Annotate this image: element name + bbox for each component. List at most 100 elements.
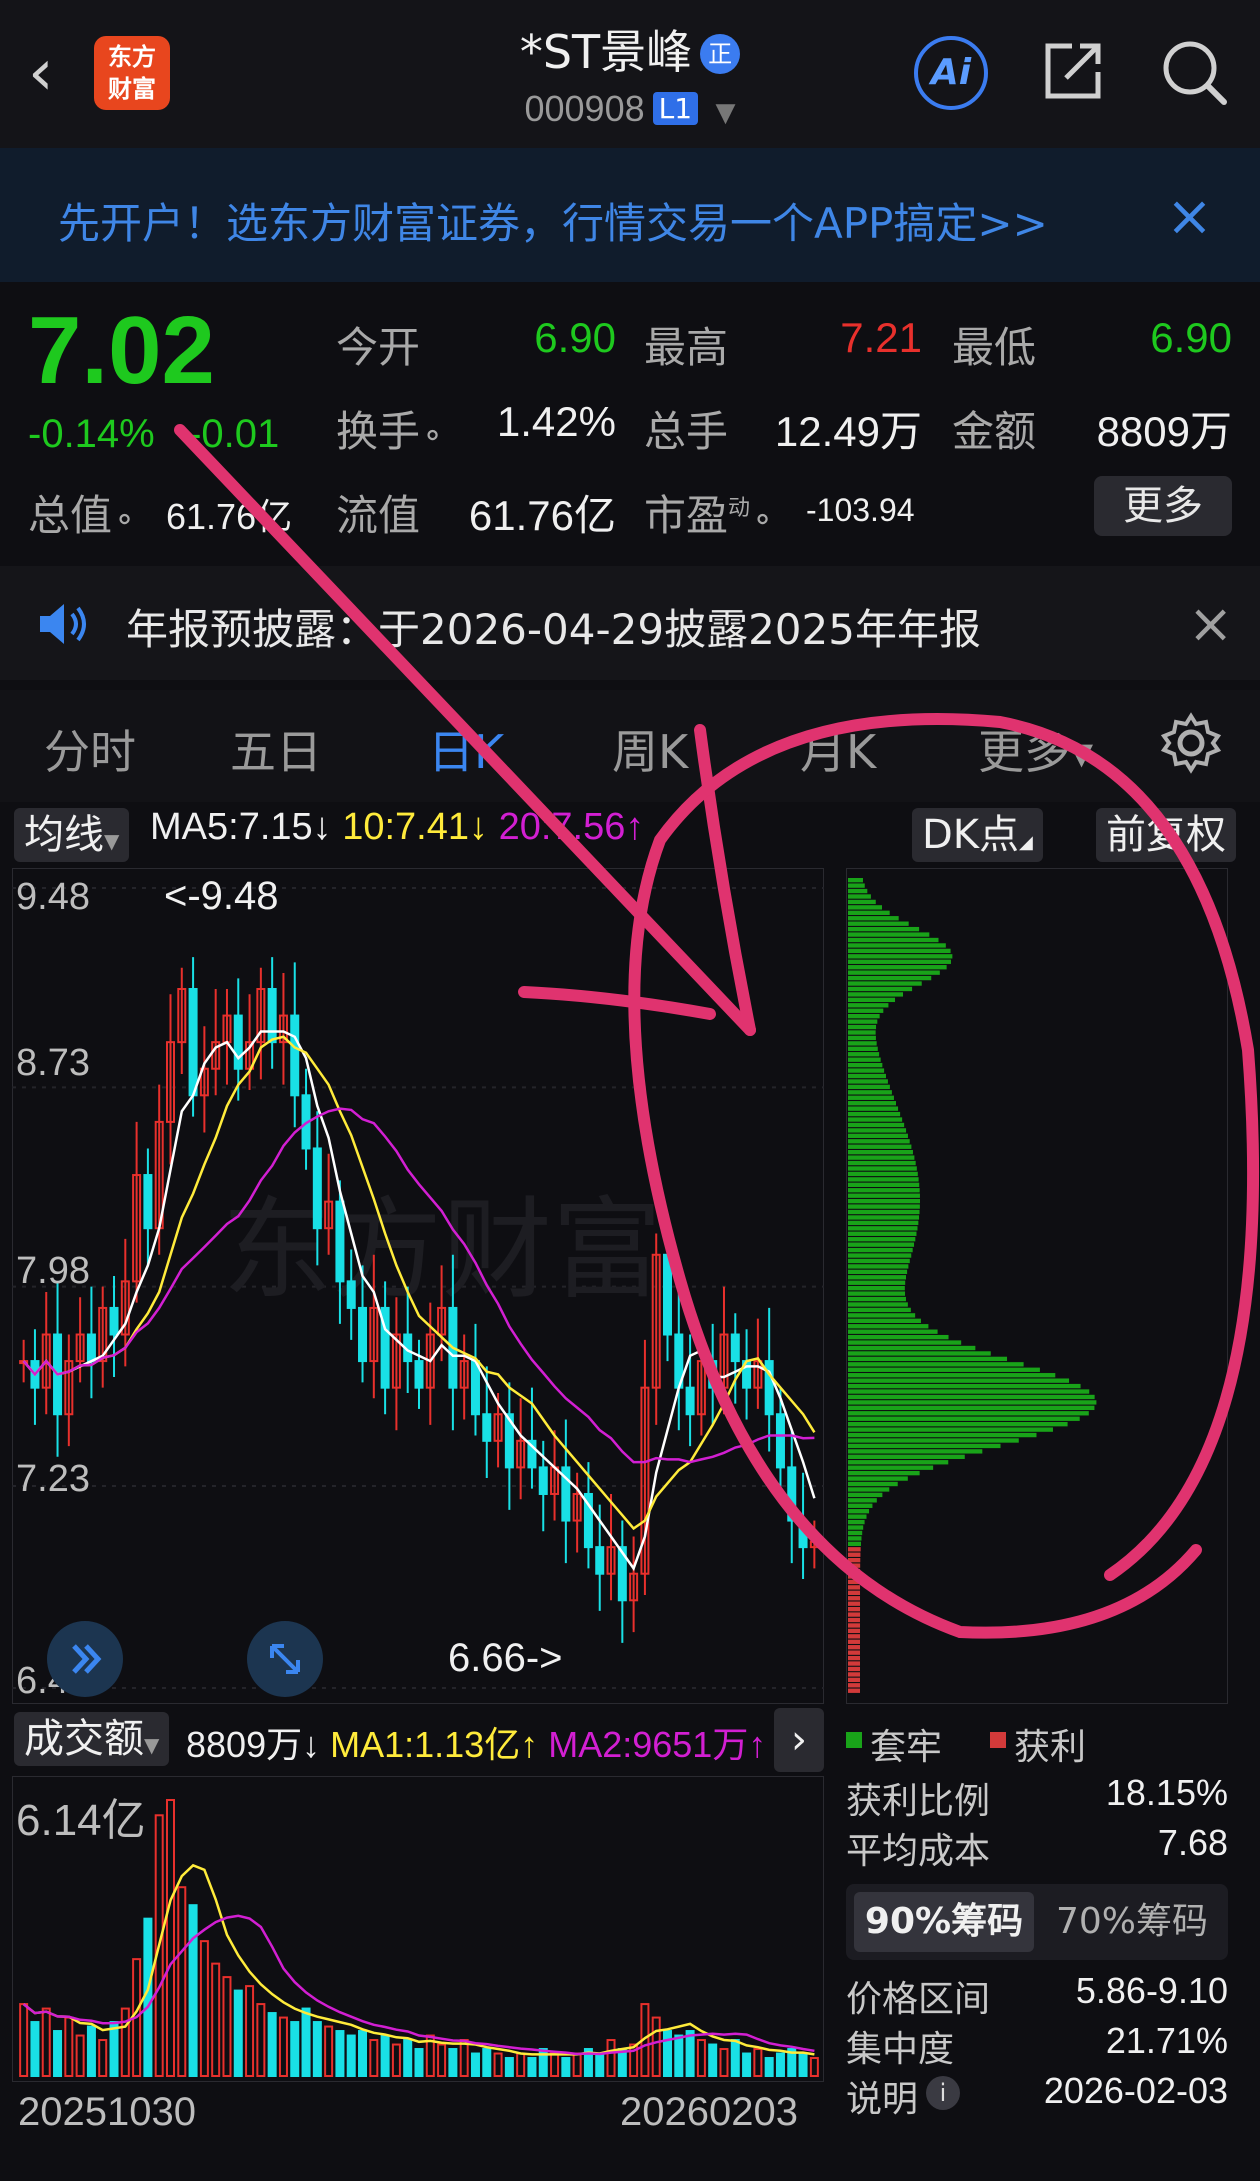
mktcap-label[interactable]: 总值⚬ <box>28 482 137 543</box>
y-tick-label: 9.48 <box>16 876 90 918</box>
chip-bar <box>848 1106 899 1111</box>
volume-bar <box>109 2021 119 2078</box>
chip-bar <box>848 1329 938 1334</box>
chip-bar <box>848 1547 861 1552</box>
chip-bar <box>848 1188 920 1193</box>
tab-monthly-k[interactable]: 月K <box>800 716 876 782</box>
volume-ma-values: 8809万↓ MA1:1.13亿↑ MA2:9651万↑ <box>186 1716 766 1768</box>
info-icon[interactable]: ⚬ <box>420 419 445 454</box>
chip-bar <box>848 1095 894 1100</box>
candle-body <box>482 1413 492 1442</box>
chip-bar <box>848 932 930 937</box>
chip-bar <box>848 1677 861 1683</box>
chip-bar <box>848 1204 920 1209</box>
pe-label[interactable]: 市盈动⚬ <box>644 482 775 543</box>
chip-bar <box>848 916 899 921</box>
candlestick-chart[interactable]: 东方财富 <box>12 868 824 1704</box>
volume-bar <box>143 1917 153 2077</box>
volume-bar <box>53 2030 63 2077</box>
chip-bar <box>848 894 871 899</box>
volume-indicator-dropdown[interactable]: 成交额▼ <box>14 1712 170 1766</box>
chip-bar <box>848 1596 861 1601</box>
candle-body <box>685 1386 695 1416</box>
chip-bar <box>848 1579 861 1585</box>
tab-five-day[interactable]: 五日 <box>230 716 322 782</box>
candle-body <box>663 1253 673 1336</box>
volume-value: 12.49万 <box>774 408 922 455</box>
dk-point-button[interactable]: DK点◢ <box>912 808 1043 862</box>
corner-triangle-icon: ◢ <box>1019 832 1033 853</box>
chip-bar <box>848 965 947 970</box>
volume-bar <box>30 2021 40 2078</box>
chip-bar <box>848 1198 920 1204</box>
share-icon[interactable] <box>1042 40 1104 102</box>
info-icon[interactable]: ⚬ <box>112 503 137 538</box>
chip-bar <box>848 1465 934 1470</box>
volume-bar <box>346 2034 356 2077</box>
chip-bar <box>848 992 904 997</box>
chip-bar <box>848 981 922 986</box>
volume-bar <box>482 2048 492 2078</box>
volume-bar <box>188 1904 198 2077</box>
chip-bar <box>848 1296 906 1302</box>
chip-bar <box>848 883 865 888</box>
ma-select-dropdown[interactable]: 均线▼ <box>14 808 130 862</box>
chip-bar <box>848 1166 917 1171</box>
turnover-label[interactable]: 换手⚬ <box>336 398 445 459</box>
notice-close-icon[interactable]: × <box>1188 592 1233 655</box>
chip-bar <box>848 1291 906 1296</box>
chip-bar <box>848 1683 861 1688</box>
chip-bar <box>848 1509 870 1514</box>
info-icon[interactable]: i <box>926 2076 960 2110</box>
notice-bar[interactable]: 年报预披露：于2026-04-29披露2025年年报 × <box>0 566 1260 680</box>
chip-bar <box>848 1160 916 1166</box>
volume-bar <box>358 2030 368 2077</box>
chip-bar <box>848 1318 921 1323</box>
chip-bar <box>848 959 951 964</box>
fast-forward-icon[interactable] <box>46 1620 124 1698</box>
volume-bar <box>470 2052 480 2078</box>
forward-adjust-button[interactable]: 前复权 <box>1096 808 1236 862</box>
float-label: 流值 <box>336 491 421 540</box>
more-quote-button[interactable]: 更多 <box>1094 476 1232 536</box>
y-tick-label: 7.98 <box>16 1250 90 1292</box>
tab-more[interactable]: 更多▾ <box>978 716 1093 782</box>
chip-bar <box>848 1024 877 1030</box>
banner-close-icon[interactable]: × <box>1166 184 1213 249</box>
chip-bar <box>848 1014 880 1019</box>
caret-down-icon: ▼ <box>144 1733 160 1757</box>
candle-body <box>470 1360 480 1416</box>
x-end-date: 20260203 <box>620 2090 798 2134</box>
chip-bar <box>848 1460 949 1465</box>
chip-bar <box>848 1634 861 1639</box>
chip-bar <box>848 1383 1081 1389</box>
tab-daily-k[interactable]: 日K <box>428 716 504 782</box>
tab-70-chips[interactable]: 70%筹码 <box>1042 1892 1222 1952</box>
chip-bar <box>848 1122 905 1128</box>
chip-bar <box>848 1351 991 1356</box>
chip-bar <box>848 1313 916 1318</box>
chip-bar <box>848 1574 861 1579</box>
chip-bar <box>848 1177 919 1182</box>
chevron-right-icon[interactable]: › <box>774 1708 824 1772</box>
info-icon[interactable]: ⚬ <box>750 503 775 538</box>
ai-assistant-button[interactable]: Ai <box>914 36 988 110</box>
tab-intraday[interactable]: 分时 <box>44 716 136 782</box>
chip-bar <box>848 1623 861 1628</box>
account-promo-banner[interactable]: 先开户！选东方财富证券，行情交易一个APP搞定>> × <box>0 148 1260 282</box>
banner-text[interactable]: 先开户！选东方财富证券，行情交易一个APP搞定>> <box>58 190 1128 251</box>
tab-weekly-k[interactable]: 周K <box>612 716 688 782</box>
low-label: 最低 <box>952 323 1037 372</box>
tab-90-chips[interactable]: 90%筹码 <box>854 1892 1034 1952</box>
chip-bar <box>848 1416 1080 1421</box>
search-icon[interactable] <box>1160 38 1228 106</box>
speaker-icon <box>40 604 86 644</box>
candle-body <box>775 1413 785 1469</box>
notice-text[interactable]: 年报预披露：于2026-04-29披露2025年年报 <box>126 596 981 657</box>
expand-icon[interactable] <box>246 1620 324 1698</box>
gear-icon[interactable] <box>1160 712 1222 774</box>
chip-distribution-chart[interactable] <box>846 868 1228 1704</box>
max-price-label: <-9.48 <box>164 874 279 918</box>
chip-bar <box>848 1378 1070 1383</box>
chip-bar <box>848 1661 861 1666</box>
